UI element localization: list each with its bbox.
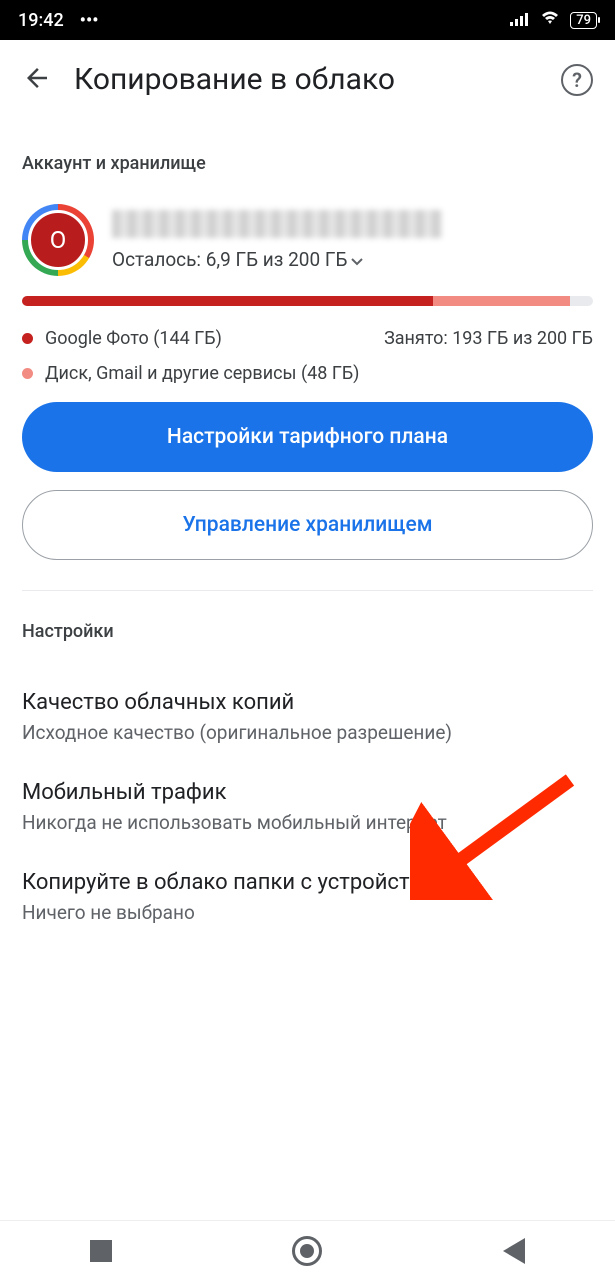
setting-quality-sub: Исходное качество (оригинальное разрешен…: [22, 721, 593, 744]
setting-mobile[interactable]: Мобильный трафик Никогда не использовать…: [22, 762, 593, 852]
storage-remaining: Осталось: 6,9 ГБ из 200 ГБ: [112, 248, 593, 271]
legend-row-other: Диск, Gmail и другие сервисы (48 ГБ): [22, 363, 593, 384]
app-header: Копирование в облако ?: [0, 40, 615, 107]
account-section-label: Аккаунт и хранилище: [22, 153, 593, 174]
setting-folders[interactable]: Копируйте в облако папки с устройства Ни…: [22, 852, 593, 942]
divider: [22, 590, 593, 591]
nav-recents-button[interactable]: [90, 1240, 112, 1262]
navigation-bar: [0, 1220, 615, 1280]
setting-mobile-sub: Никогда не использовать мобильный интерн…: [22, 811, 593, 834]
storage-bar: [22, 296, 593, 306]
status-more-icon: •••: [80, 10, 99, 31]
account-section: Аккаунт и хранилище O Осталось: 6,9 ГБ и…: [0, 107, 615, 958]
avatar: O: [22, 204, 94, 276]
status-time: 19:42: [18, 10, 64, 31]
legend-dot-red: [22, 333, 33, 344]
storage-bar-photos: [22, 296, 433, 306]
avatar-letter: O: [28, 210, 88, 270]
manage-storage-button[interactable]: Управление хранилищем: [22, 490, 593, 560]
storage-used-total: Занято: 193 ГБ из 200 ГБ: [384, 328, 593, 349]
nav-home-button[interactable]: [292, 1236, 322, 1266]
setting-quality[interactable]: Качество облачных копий Исходное качеств…: [22, 672, 593, 762]
legend-row-photos: Google Фото (144 ГБ) Занято: 193 ГБ из 2…: [22, 328, 593, 349]
legend-dot-pink: [22, 368, 33, 379]
help-icon[interactable]: ?: [561, 64, 593, 96]
page-title: Копирование в облако: [74, 62, 539, 97]
setting-quality-title: Качество облачных копий: [22, 690, 593, 715]
settings-section-label: Настройки: [22, 621, 593, 642]
storage-bar-other: [433, 296, 570, 306]
main-content: Копирование в облако ? Аккаунт и хранили…: [0, 40, 615, 1220]
setting-mobile-title: Мобильный трафик: [22, 780, 593, 805]
nav-back-button[interactable]: [503, 1238, 525, 1264]
account-row[interactable]: O Осталось: 6,9 ГБ из 200 ГБ: [22, 204, 593, 276]
back-icon[interactable]: [22, 63, 52, 97]
status-bar: 19:42 ••• 79: [0, 0, 615, 40]
plan-settings-button[interactable]: Настройки тарифного плана: [22, 402, 593, 472]
battery-icon: 79: [570, 12, 597, 29]
chevron-down-icon[interactable]: [351, 248, 363, 271]
setting-folders-title: Копируйте в облако папки с устройства: [22, 870, 593, 895]
account-email-blurred: [112, 210, 442, 238]
setting-folders-sub: Ничего не выбрано: [22, 901, 593, 924]
signal-icon: [510, 10, 530, 31]
wifi-icon: [540, 10, 560, 31]
